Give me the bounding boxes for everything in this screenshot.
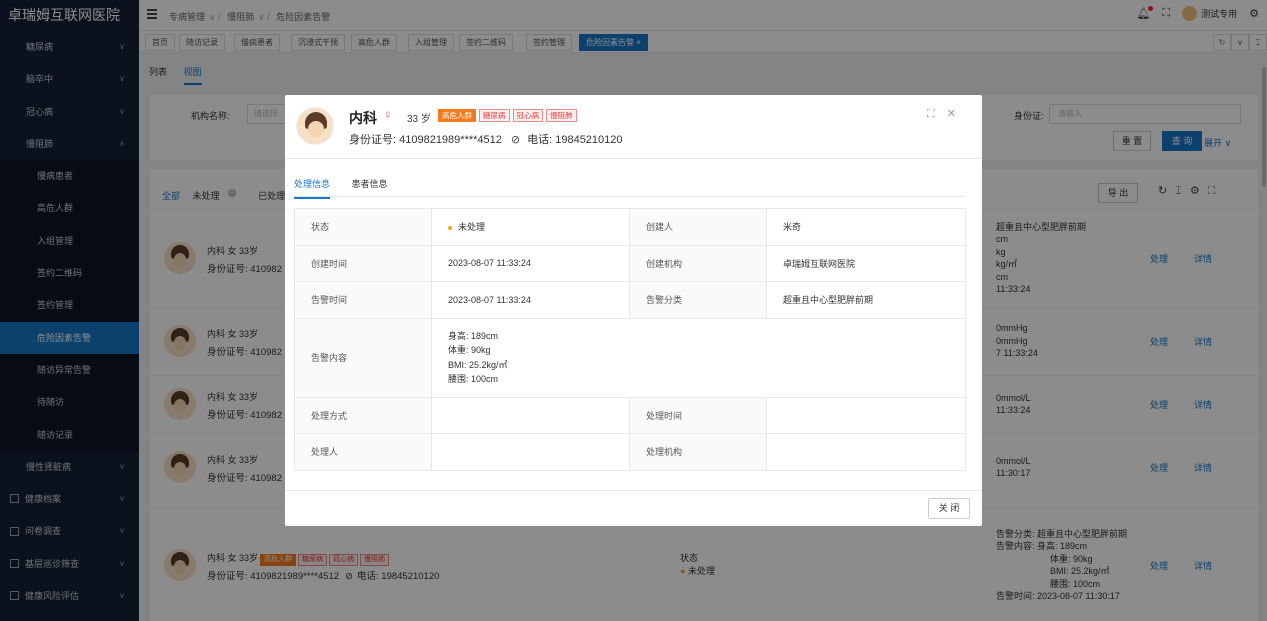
process-info-table: 状态 未处理 创建人 米奇 创建时间 2023-08-07 11:33:24 创… [294,208,966,471]
phone: 电话: 19845210120 [527,134,623,146]
process-time-value [766,396,966,434]
field-label: 处理人 [294,433,432,471]
field-label: 创建时间 [294,244,432,282]
alert-detail-modal: 内科 ♀ 33 岁 高危人群 糖尿病 冠心病 慢阻肺 身份证号: 4109821989… [285,95,982,526]
process-person-value [431,433,630,471]
patient-tags: 高危人群 糖尿病 冠心病 慢阻肺 [438,109,580,122]
content-line: 体重: 90kg [448,345,491,355]
id-number: 身份证号: 4109821989****4512 [349,134,502,146]
alert-time-value: 2023-08-07 11:33:24 [431,281,630,319]
tab-patient-info[interactable]: 患者信息 [352,177,388,190]
patient-age: 33 岁 [407,114,431,125]
close-button[interactable]: 关 闭 [928,498,970,519]
process-method-value [431,396,630,434]
process-org-value [766,433,966,471]
divider [285,490,982,491]
patient-avatar [296,107,334,145]
fullscreen-icon[interactable]: ⛶ [927,108,947,120]
content-line: 腰围: 100cm [448,374,499,384]
alert-category-value: 超重且中心型肥胖前期 [766,281,966,319]
eye-off-icon[interactable]: ⊘ [511,134,520,146]
field-label: 处理方式 [294,396,432,434]
create-org-value: 卓瑞姆互联网医院 [766,244,966,282]
alert-content-value: 身高: 189cm 体重: 90kg BMI: 25.2kg/㎡ 腰围: 100… [431,317,966,398]
status-dot [448,225,452,230]
female-icon: ♀ [383,107,393,122]
tag: 慢阻肺 [546,109,577,122]
divider [285,158,982,159]
field-label: 告警时间 [294,281,432,319]
field-label: 告警分类 [629,281,767,319]
field-label: 处理时间 [629,396,767,434]
tag: 冠心病 [512,109,543,122]
modal-tabs: 处理信息 患者信息 [294,177,964,199]
create-time-value: 2023-08-07 11:33:24 [431,244,630,282]
tab-process-info[interactable]: 处理信息 [294,177,331,199]
content-line: 身高: 189cm [448,330,499,341]
content-line: BMI: 25.2kg/㎡ [448,359,508,370]
field-label: 创建人 [629,208,767,246]
patient-name: 内科 [349,110,377,126]
patient-id-line: 身份证号: 4109821989****4512 ⊘ 电话: 19845210120 [349,131,623,147]
status-value: 未处理 [431,208,630,246]
tag: 糖尿病 [479,109,510,122]
tag: 高危人群 [438,109,476,122]
field-label: 创建机构 [629,244,767,282]
field-label: 处理机构 [629,433,767,471]
field-label: 告警内容 [294,317,432,398]
creator-value: 米奇 [766,208,966,246]
close-icon[interactable]: ✕ [947,108,968,120]
field-label: 状态 [294,208,432,246]
